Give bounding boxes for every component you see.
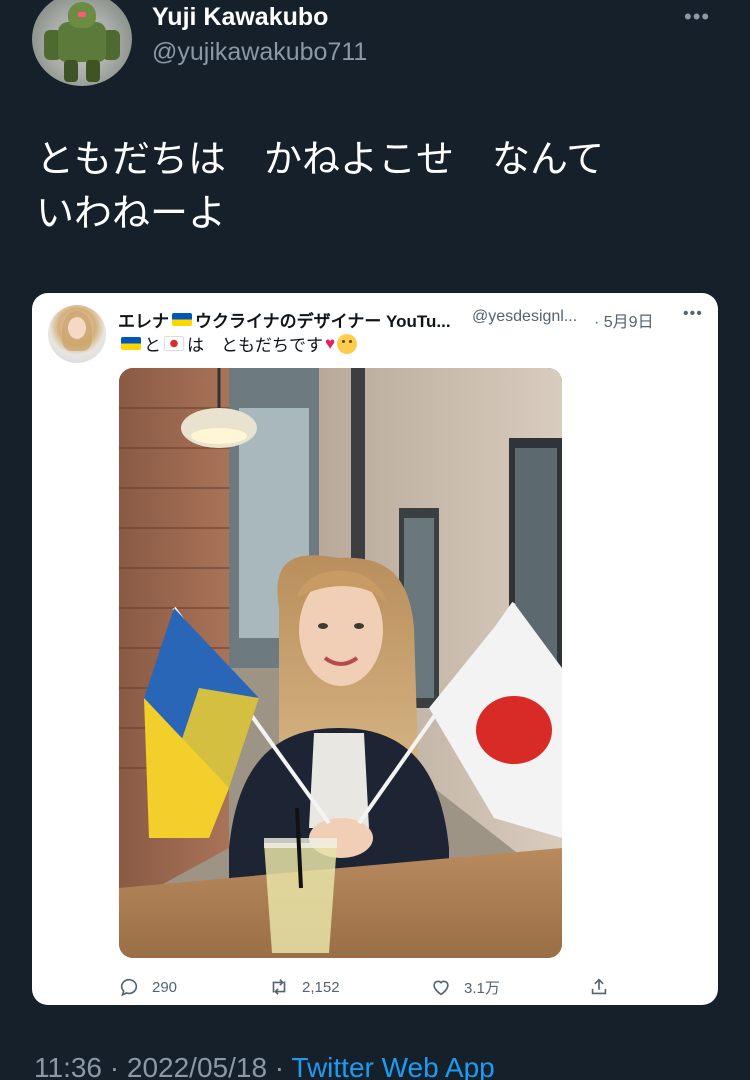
- avatar-robot-leg-left: [64, 60, 78, 82]
- quoted-author-name-prefix: エレナ: [118, 312, 169, 331]
- tweet-detail-page: Yuji Kawakubo @yujikawakubo711 ••• ともだちは…: [0, 0, 750, 1080]
- quoted-author-name[interactable]: エレナ ウクライナのデザイナー YouTu...: [118, 307, 478, 332]
- quoted-text-connector: と: [144, 336, 161, 355]
- quoted-tweet-date[interactable]: · 5月9日: [594, 308, 654, 332]
- tweet-text: ともだちは かねよこせ なんて いわねーよ: [36, 137, 605, 235]
- quoted-more-icon[interactable]: •••: [683, 305, 703, 323]
- quoted-text-main: は ともだちです: [187, 336, 323, 355]
- quoted-author-handle[interactable]: @yesdesignl...: [472, 308, 596, 326]
- more-options-icon[interactable]: •••: [684, 4, 710, 30]
- quoted-author-avatar[interactable]: [48, 305, 106, 363]
- tweet-source-app[interactable]: Twitter Web App: [291, 1052, 494, 1080]
- reply-count: 290: [152, 978, 178, 996]
- avatar-robot-body: [58, 22, 106, 62]
- avatar-robot-leg-right: [86, 60, 100, 82]
- avatar-face: [68, 317, 86, 339]
- quoted-author-name-suffix: ウクライナのデザイナー YouTu...: [195, 312, 451, 331]
- author-handle[interactable]: @yujikawakubo711: [152, 38, 367, 67]
- smiling-face-hearts-icon: [337, 333, 358, 354]
- author-display-name[interactable]: Yuji Kawakubo: [152, 3, 328, 32]
- quoted-tweet-card[interactable]: エレナ ウクライナのデザイナー YouTu... @yesdesignl... …: [32, 293, 718, 1005]
- like-count: 3.1万: [464, 979, 500, 997]
- tweet-timestamp: 11:36 · 2022/05/18 · Twitter Web App: [34, 1052, 495, 1080]
- heart-emoji-icon: ♥: [325, 333, 336, 353]
- flag-japan-icon: [164, 336, 184, 351]
- quoted-tweet-text: と は ともだちです ♥: [118, 331, 678, 356]
- tweet-time-date: 11:36 · 2022/05/18 ·: [34, 1052, 292, 1080]
- like-button[interactable]: 3.1万: [430, 975, 500, 999]
- flag-ukraine-icon: [121, 337, 141, 350]
- retweet-button[interactable]: 2,152: [268, 975, 340, 999]
- reply-icon: [120, 978, 138, 997]
- avatar-robot-eye: [78, 12, 86, 17]
- author-avatar[interactable]: [32, 0, 132, 86]
- retweet-count: 2,152: [302, 978, 340, 996]
- share-icon: [591, 978, 607, 995]
- retweet-icon: [272, 979, 286, 995]
- flag-ukraine-icon: [172, 313, 192, 326]
- photo-illustration: [119, 368, 562, 958]
- like-icon: [433, 980, 449, 996]
- reply-button[interactable]: 290: [118, 975, 177, 999]
- quoted-tweet-photo[interactable]: [119, 368, 562, 958]
- share-button[interactable]: [588, 975, 622, 999]
